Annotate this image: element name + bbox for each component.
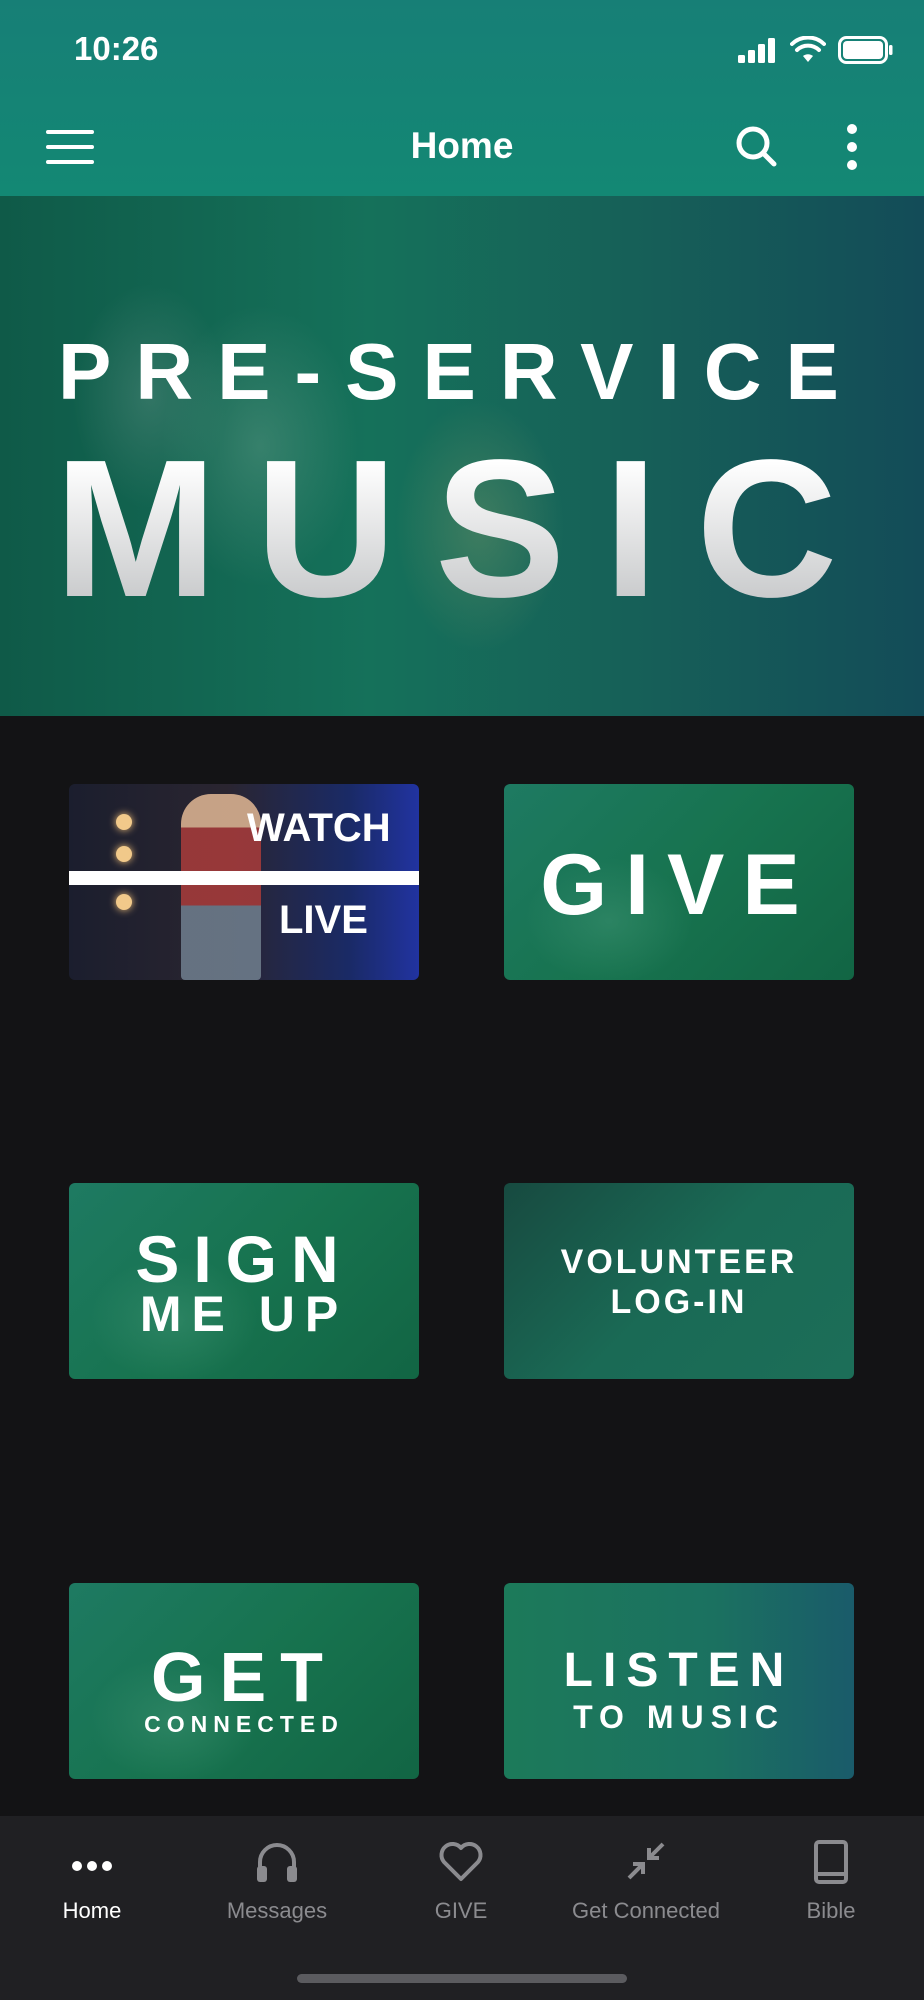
tab-bible[interactable]: Bible xyxy=(739,1816,923,1956)
connect-arrows-icon xyxy=(627,1842,665,1880)
page-title: Home xyxy=(410,125,514,166)
tile-watch-label: WATCH xyxy=(247,806,391,850)
heart-icon xyxy=(439,1842,483,1881)
tab-get-connected[interactable]: Get Connected xyxy=(554,1816,738,1956)
battery-icon xyxy=(838,36,893,64)
tile-connected-label: CONNECTED xyxy=(144,1711,344,1737)
wifi-icon xyxy=(790,36,826,62)
get-connected-tile[interactable]: GET CONNECTED xyxy=(69,1583,419,1779)
tile-volunteer-label: VOLUNTEER xyxy=(560,1243,798,1281)
book-icon xyxy=(814,1840,848,1884)
tile-to-music-label: TO MUSIC xyxy=(573,1699,785,1735)
hero-title: MUSIC xyxy=(54,416,876,641)
tile-live-label: LIVE xyxy=(279,898,368,942)
headphones-icon xyxy=(257,1843,297,1882)
tab-messages-label: Messages xyxy=(226,1898,328,1923)
tab-home-label: Home xyxy=(62,1898,122,1923)
status-icons xyxy=(738,36,894,64)
sign-me-up-tile[interactable]: SIGN ME UP xyxy=(69,1183,419,1379)
tab-home[interactable]: Home xyxy=(0,1816,184,1956)
volunteer-login-tile[interactable]: VOLUNTEER LOG-IN xyxy=(504,1183,854,1379)
divider-bar xyxy=(69,871,419,885)
bottom-tab-bar: Home Messages GIVE Get Connected Bible xyxy=(0,1816,924,2000)
tile-get-label: GET xyxy=(151,1638,337,1716)
tile-me-up-label: ME UP xyxy=(139,1286,349,1342)
listen-to-music-tile[interactable]: LISTEN TO MUSIC xyxy=(504,1583,854,1779)
hero-subtitle: PRE-SERVICE xyxy=(58,327,863,416)
watch-live-tile[interactable]: WATCH LIVE xyxy=(69,784,419,980)
top-header: 10:26 Home xyxy=(0,0,924,196)
more-options-icon[interactable] xyxy=(840,122,866,172)
give-tile[interactable]: GIVE xyxy=(504,784,854,980)
hero-banner[interactable]: PRE-SERVICE MUSIC xyxy=(0,196,924,716)
signal-icon xyxy=(738,38,775,63)
tile-give-label: GIVE xyxy=(540,837,818,933)
tab-give-label: GIVE xyxy=(434,1898,488,1923)
tab-messages[interactable]: Messages xyxy=(185,1816,369,1956)
tile-login-label: LOG-IN xyxy=(610,1283,748,1321)
search-icon[interactable] xyxy=(734,124,778,168)
more-dots-icon xyxy=(72,1861,112,1871)
status-time: 10:26 xyxy=(74,30,159,67)
tab-bible-label: Bible xyxy=(806,1898,856,1923)
tile-listen-label: LISTEN xyxy=(563,1644,795,1697)
tab-get-connected-label: Get Connected xyxy=(572,1898,720,1923)
home-indicator xyxy=(297,1974,627,1983)
tab-give[interactable]: GIVE xyxy=(369,1816,553,1956)
